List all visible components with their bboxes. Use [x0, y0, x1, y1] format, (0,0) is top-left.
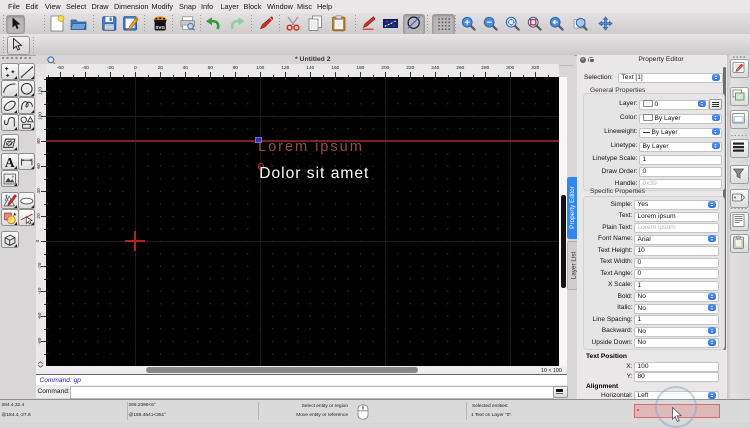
- svg-text:SVG: SVG: [155, 25, 165, 30]
